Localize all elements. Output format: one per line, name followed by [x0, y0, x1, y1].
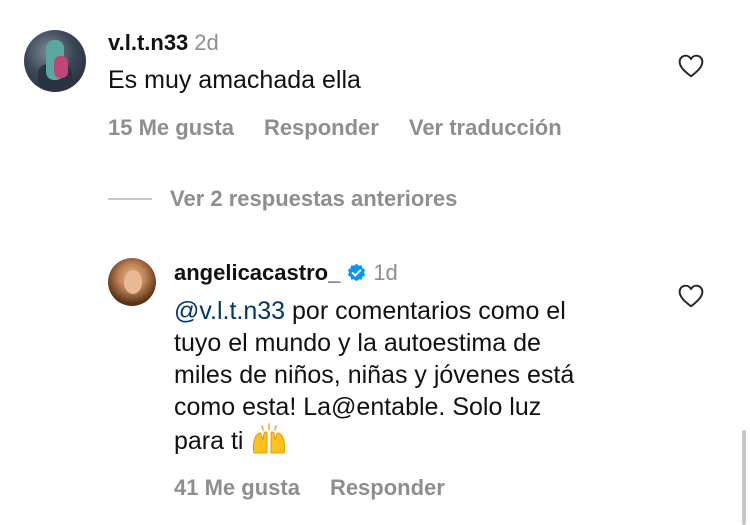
comment-username[interactable]: v.l.t.n33 [108, 30, 188, 55]
reply-time: 1d [373, 260, 398, 285]
reply-username[interactable]: angelicacastro_ [174, 260, 340, 285]
reply-text-line: como esta! La@entable. Solo luz [174, 393, 542, 421]
reply-text-line: tuyo el mundo y la autoestima de [174, 329, 541, 357]
reply-header: angelicacastro_ 1d [174, 260, 398, 286]
comment-time: 2d [194, 30, 219, 55]
reply-button[interactable]: Responder [330, 475, 445, 500]
reply-text: @v.l.t.n33 por comentarios como el tuyo … [174, 295, 654, 457]
avatar-angelicacastro[interactable] [108, 258, 156, 306]
heart-icon[interactable] [678, 284, 704, 308]
mention-link[interactable]: @v.l.t.n33 [174, 297, 285, 325]
likes-count[interactable]: 15 Me gusta [108, 115, 234, 140]
reply-button[interactable]: Responder [264, 115, 379, 140]
comment-header: v.l.t.n33 2d [108, 30, 219, 56]
comment-text: Es muy amachada ella [108, 66, 361, 94]
likes-count[interactable]: 41 Me gusta [174, 475, 300, 500]
reply-text-line: para ti [174, 427, 244, 455]
translate-button[interactable]: Ver traducción [409, 115, 562, 140]
verified-badge-icon [348, 263, 366, 282]
scrollbar[interactable] [742, 430, 746, 525]
heart-icon[interactable] [678, 54, 704, 78]
avatar-vltn33[interactable] [24, 30, 86, 92]
replies-divider [108, 198, 152, 200]
reply-text-line: miles de niños, niñas y jóvenes está [174, 361, 575, 389]
reply-actions: 41 Me gusta Responder [174, 475, 475, 501]
view-previous-replies-button[interactable]: Ver 2 respuestas anteriores [170, 186, 457, 212]
reply-text-line: por comentarios como el [285, 297, 566, 325]
raising-hands-emoji-icon [253, 423, 286, 454]
comment-actions: 15 Me gusta Responder Ver traducción [108, 115, 592, 141]
